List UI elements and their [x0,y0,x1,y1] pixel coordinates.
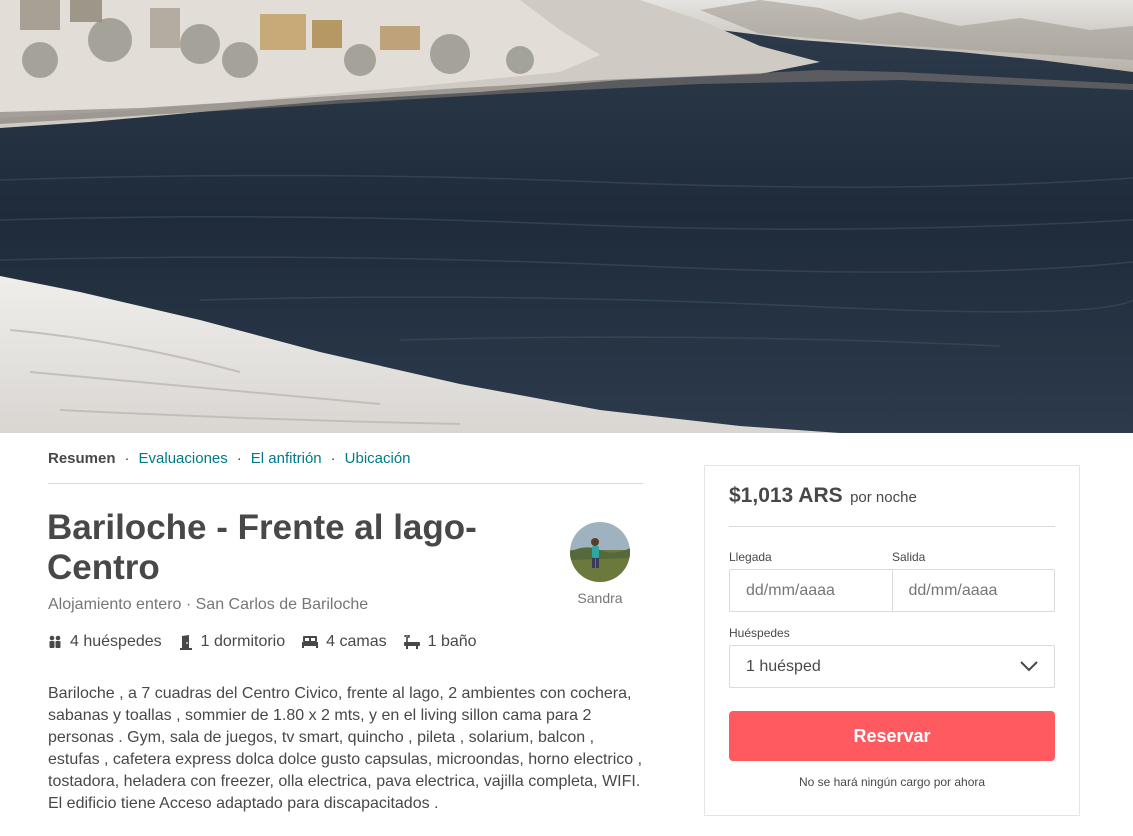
checkout-input[interactable]: dd/mm/aaaa [891,570,1055,611]
amenity-bedrooms-label: 1 dormitorio [200,633,286,650]
listing-description: Bariloche , a 7 cuadras del Centro Civic… [48,685,643,812]
bed-icon [302,636,319,648]
amenity-bathrooms: 1 baño [403,633,477,651]
nightly-price: $1,013 ARS [729,484,843,507]
subnav-ubicacion[interactable]: Ubicación [345,450,411,467]
listing-subnav: Resumen · Evaluaciones · El anfitrión · … [48,448,643,484]
hero-photo[interactable] [0,0,1133,433]
lake-photo [0,0,1133,433]
amenity-guests-label: 4 huéspedes [70,633,162,650]
listing-location: Alojamiento entero · San Carlos de Baril… [48,596,369,613]
per-night-label: por noche [850,489,917,506]
subnav-resumen[interactable]: Resumen [48,450,116,467]
amenity-bedrooms: 1 dormitorio [179,633,285,651]
host-name[interactable]: Sandra [568,590,632,606]
guests-value: 1 huésped [746,657,821,675]
reserve-button[interactable]: Reservar [729,711,1055,761]
price-row: $1,013 ARS por noche [729,484,1055,527]
amenity-guests: 4 huéspedes [48,633,162,651]
subnav-separator: · [124,450,130,467]
no-charge-note: No se hará ningún cargo por ahora [798,775,986,789]
checkin-input[interactable]: dd/mm/aaaa [730,570,892,611]
subnav-evaluaciones[interactable]: Evaluaciones [139,450,228,467]
avatar[interactable] [570,522,630,582]
listing-title: Bariloche - Frente al lago- Centro [47,508,477,587]
host-profile[interactable]: Sandra [568,522,632,606]
host-photo [570,522,630,582]
amenity-beds: 4 camas [302,633,387,651]
door-icon [179,634,192,650]
checkout-label: Salida [892,550,926,564]
bathtub-icon [403,635,420,649]
subnav-anfitrion[interactable]: El anfitrión [251,450,322,467]
chevron-down-icon [1020,661,1038,672]
booking-widget: $1,013 ARS por noche Llegada Salida dd/m… [704,465,1080,816]
amenity-beds-label: 4 camas [326,633,387,650]
amenity-summary: 4 huéspedes 1 dormitorio 4 camas 1 baño [48,633,494,651]
guests-label: Huéspedes [729,626,790,640]
subnav-separator: · [236,450,242,467]
checkin-label: Llegada [729,550,772,564]
subnav-separator: · [330,450,336,467]
guests-select[interactable]: 1 huésped [729,645,1055,688]
guests-icon [49,635,61,648]
amenity-bathrooms-label: 1 baño [427,633,477,650]
date-range-picker: dd/mm/aaaa dd/mm/aaaa [729,569,1055,612]
